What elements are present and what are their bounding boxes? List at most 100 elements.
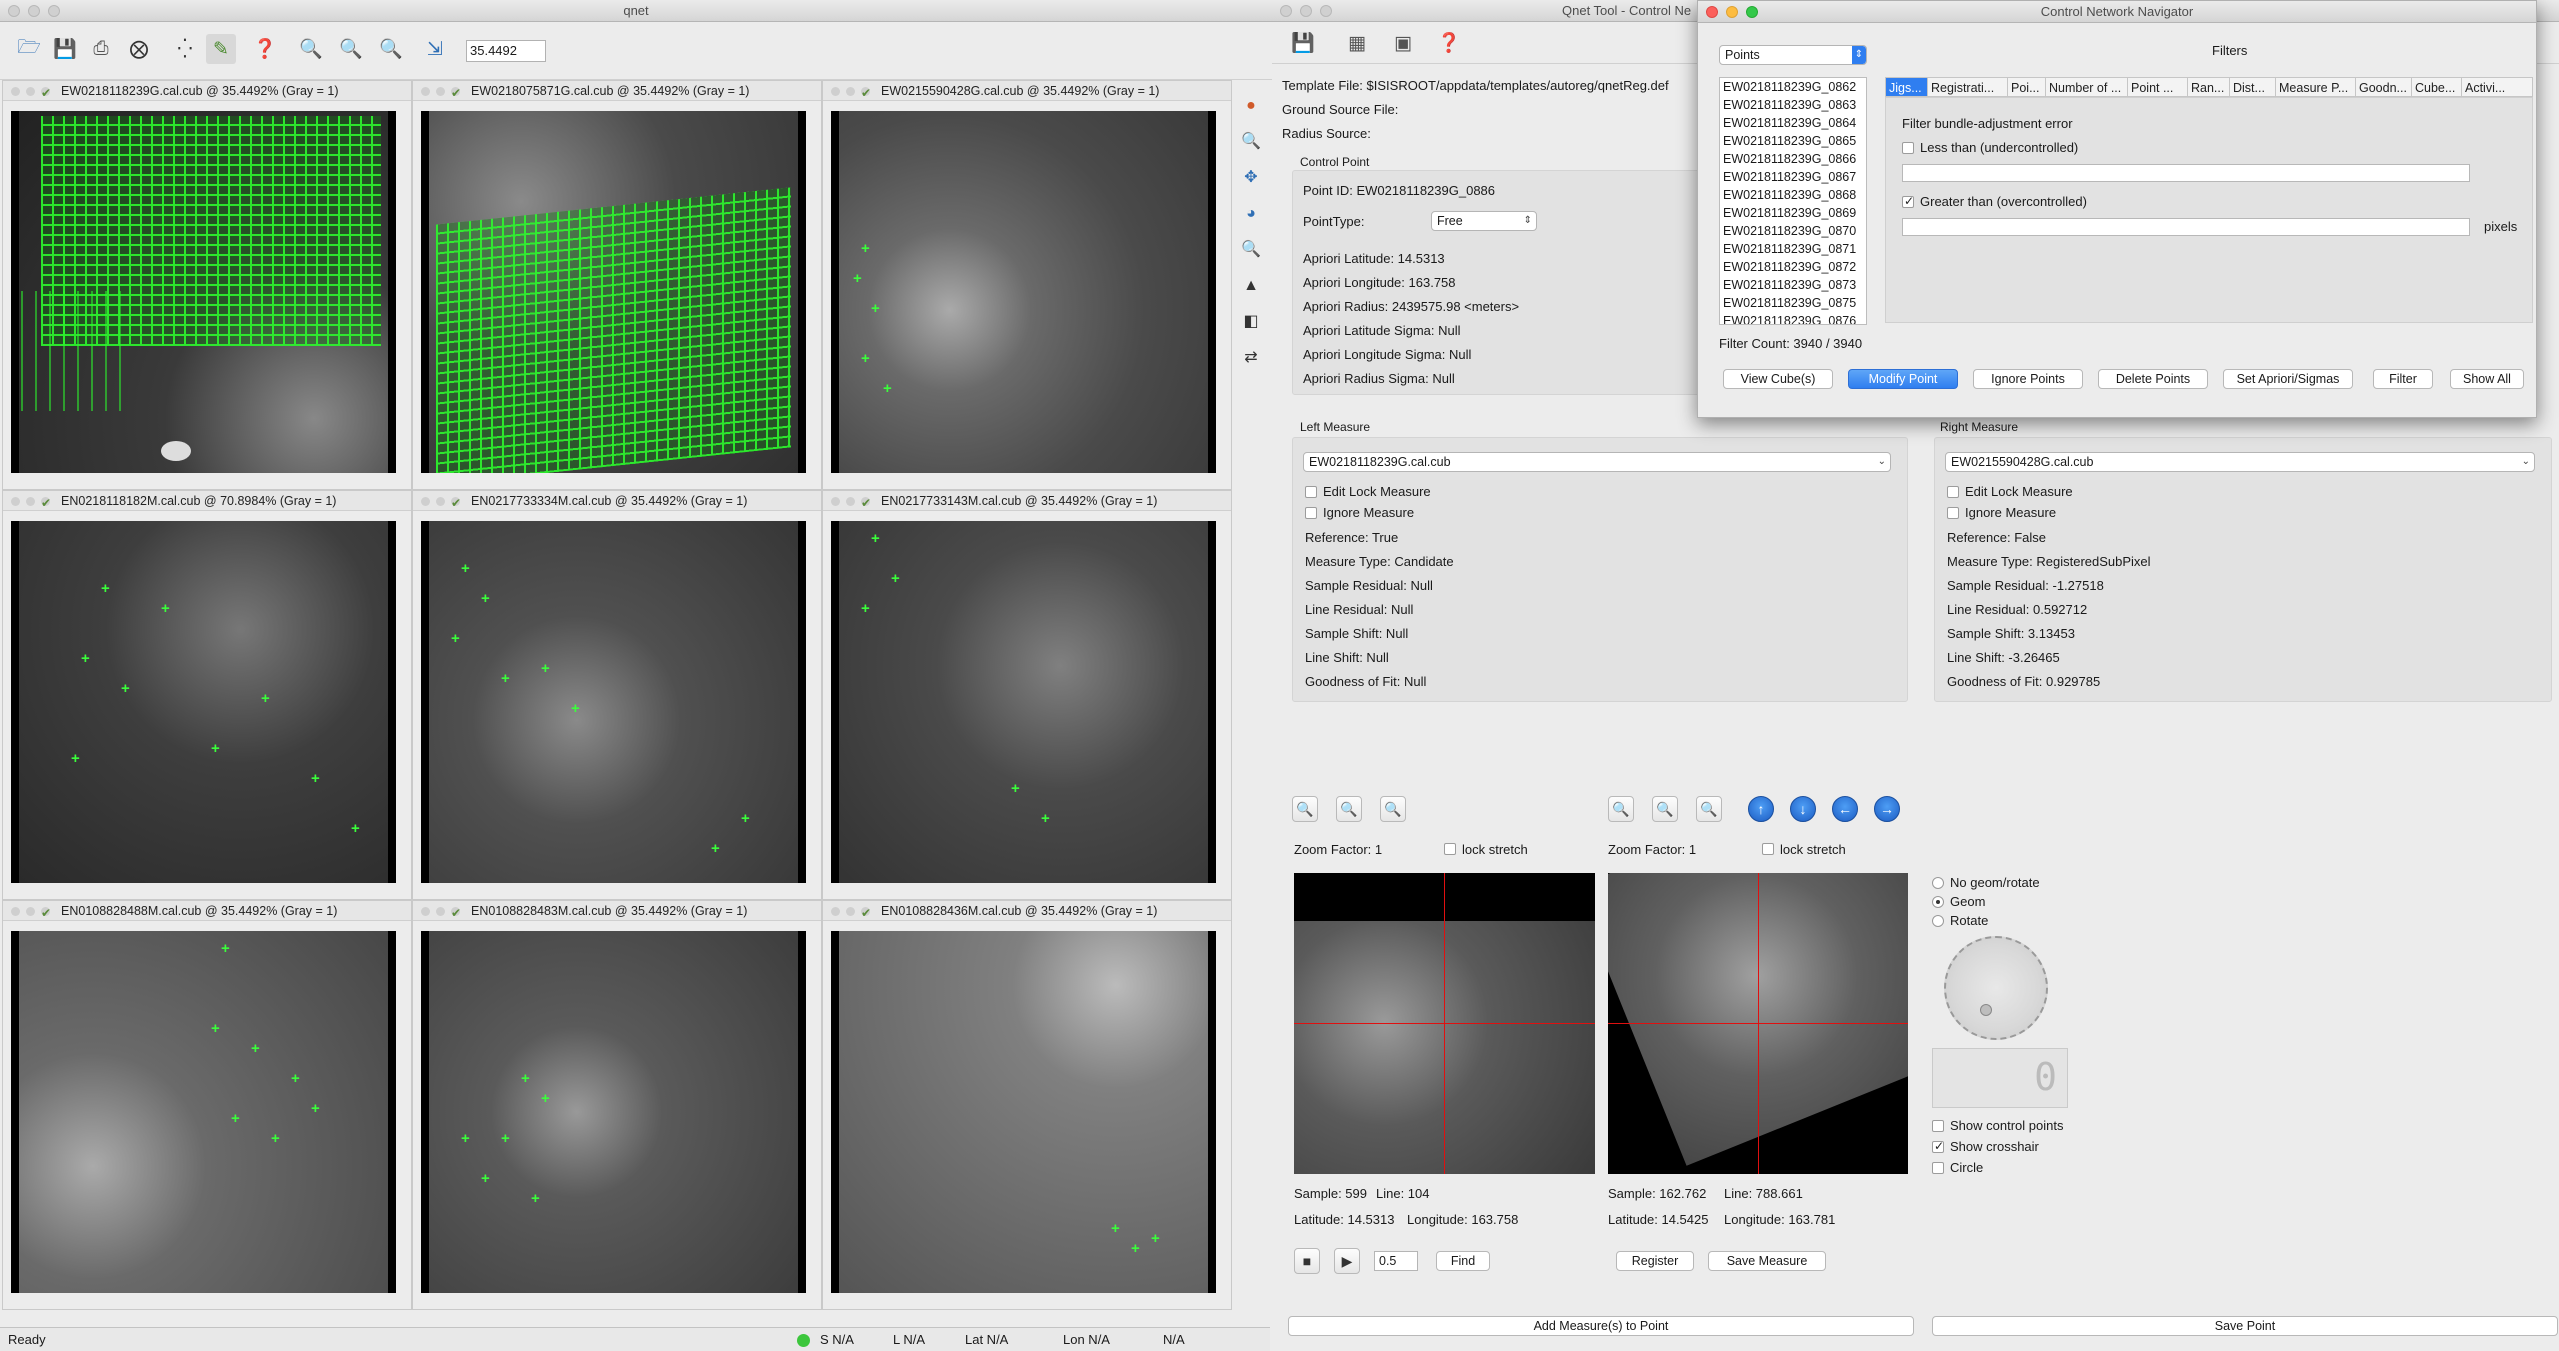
pan-tool-icon[interactable]: ✥: [1237, 164, 1265, 192]
close-window-button[interactable]: [8, 5, 20, 17]
point-list-item[interactable]: EW0218118239G_0865: [1720, 132, 1866, 150]
zoom-out-icon[interactable]: 🔍: [336, 34, 366, 64]
zoom-tool-icon[interactable]: 🔍: [1237, 128, 1265, 156]
cube-viewport-4[interactable]: ✔ EN0218118182M.cal.cub @ 70.8984% (Gray …: [2, 490, 412, 900]
cube-image[interactable]: [421, 111, 806, 473]
point-list-item[interactable]: EW0218118239G_0876: [1720, 312, 1866, 324]
left-ignore-checkbox[interactable]: [1305, 507, 1317, 519]
greater-than-checkbox[interactable]: [1902, 194, 1914, 208]
zoom-window-button[interactable]: [1746, 6, 1758, 18]
point-list-item[interactable]: EW0218118239G_0870: [1720, 222, 1866, 240]
tab-registration[interactable]: Registrati...: [1928, 78, 2008, 96]
point-list-item[interactable]: EW0218118239G_0871: [1720, 240, 1866, 258]
less-than-checkbox[interactable]: [1902, 142, 1914, 154]
tab-distance[interactable]: Dist...: [2230, 78, 2276, 96]
color-tool-icon[interactable]: ●: [1237, 92, 1265, 120]
show-control-points-checkbox[interactable]: [1932, 1120, 1944, 1132]
tab-point-type[interactable]: Point ...: [2128, 78, 2188, 96]
left-zoom-out-icon[interactable]: 🔍: [1336, 796, 1362, 822]
point-list-item[interactable]: EW0218118239G_0867: [1720, 168, 1866, 186]
cube-image[interactable]: + + + + +: [831, 111, 1216, 473]
point-list-item[interactable]: EW0218118239G_0873: [1720, 276, 1866, 294]
greater-than-input[interactable]: [1902, 218, 2470, 236]
print-icon[interactable]: ⎙: [86, 34, 116, 64]
start-blink-icon[interactable]: ▶: [1334, 1248, 1360, 1274]
zoom-fit-icon[interactable]: ⇲: [420, 34, 450, 64]
add-measures-button[interactable]: Add Measure(s) to Point: [1288, 1316, 1914, 1336]
template-icon[interactable]: ▦: [1342, 28, 1372, 58]
point-list-item[interactable]: EW0218118239G_0875: [1720, 294, 1866, 312]
right-ignore-checkbox[interactable]: [1947, 507, 1959, 519]
cube-viewport-6[interactable]: ✔ EN0217733143M.cal.cub @ 35.4492% (Gray …: [822, 490, 1232, 900]
zoom-actual-icon[interactable]: 🔍: [376, 34, 406, 64]
pan-up-icon[interactable]: ↑: [1748, 796, 1774, 822]
set-apriori-button[interactable]: Set Apriori/Sigmas: [2223, 369, 2353, 389]
cube-image[interactable]: + + + + +: [831, 521, 1216, 883]
point-list[interactable]: EW0218118239G_0862 EW0218118239G_0863 EW…: [1719, 77, 1867, 325]
tab-cube[interactable]: Cube...: [2412, 78, 2462, 96]
minimize-window-button[interactable]: [28, 5, 40, 17]
close-icon[interactable]: ⨂: [124, 34, 154, 64]
zoom-window-button[interactable]: [1320, 5, 1332, 17]
view-cubes-button[interactable]: View Cube(s): [1723, 369, 1833, 389]
right-measure-viewport[interactable]: [1608, 873, 1908, 1174]
tab-measure-properties[interactable]: Measure P...: [2276, 78, 2356, 96]
cube-viewport-9[interactable]: ✔ EN0108828436M.cal.cub @ 35.4492% (Gray …: [822, 900, 1232, 1310]
find-tool-icon[interactable]: 🔍: [1237, 236, 1265, 264]
tab-number-of[interactable]: Number of ...: [2046, 78, 2128, 96]
delete-points-button[interactable]: Delete Points: [2098, 369, 2208, 389]
save-point-button[interactable]: Save Point: [1932, 1316, 2558, 1336]
cube-image[interactable]: + + + + + + + +: [421, 521, 806, 883]
minimize-window-button[interactable]: [1300, 5, 1312, 17]
tab-range[interactable]: Ran...: [2188, 78, 2230, 96]
right-zoom-in-icon[interactable]: 🔍: [1608, 796, 1634, 822]
cube-image[interactable]: [11, 111, 396, 473]
modify-point-button[interactable]: Modify Point: [1848, 369, 1958, 389]
navigator-mode-select[interactable]: Points ⇕: [1719, 45, 1867, 65]
tab-point[interactable]: Poi...: [2008, 78, 2046, 96]
point-list-item[interactable]: EW0218118239G_0866: [1720, 150, 1866, 168]
cube-viewport-1[interactable]: ✔ EW0218118239G.cal.cub @ 35.4492% (Gray …: [2, 80, 412, 490]
left-zoom-actual-icon[interactable]: 🔍: [1380, 796, 1406, 822]
close-window-button[interactable]: [1706, 6, 1718, 18]
pan-left-icon[interactable]: ←: [1832, 796, 1858, 822]
find-button[interactable]: Find: [1436, 1251, 1490, 1271]
left-measure-viewport[interactable]: [1294, 873, 1595, 1174]
point-list-item[interactable]: EW0218118239G_0863: [1720, 96, 1866, 114]
left-zoom-in-icon[interactable]: 🔍: [1292, 796, 1318, 822]
stop-blink-icon[interactable]: ■: [1294, 1248, 1320, 1274]
cube-viewport-2[interactable]: ✔ EW0218075871G.cal.cub @ 35.4492% (Gray …: [412, 80, 822, 490]
zoom-value-field[interactable]: 35.4492: [466, 40, 546, 62]
cube-viewport-7[interactable]: ✔ EN0108828488M.cal.cub @ 35.4492% (Gray …: [2, 900, 412, 1310]
point-list-item[interactable]: EW0218118239G_0862: [1720, 78, 1866, 96]
pan-right-icon[interactable]: →: [1874, 796, 1900, 822]
right-cube-select[interactable]: EW0215590428G.cal.cub ⌄: [1945, 452, 2535, 472]
left-cube-select[interactable]: EW0218118239G.cal.cub ⌄: [1303, 452, 1891, 472]
open-network-icon[interactable]: 🗁: [14, 34, 44, 64]
right-lock-stretch-checkbox[interactable]: [1762, 843, 1774, 855]
close-window-button[interactable]: [1280, 5, 1292, 17]
filter-button[interactable]: Filter: [2373, 369, 2433, 389]
dial-knob[interactable]: [1980, 1004, 1992, 1016]
link-tool-icon[interactable]: ⇄: [1237, 344, 1265, 372]
right-edit-lock-checkbox[interactable]: [1947, 486, 1959, 498]
point-list-item[interactable]: EW0218118239G_0868: [1720, 186, 1866, 204]
blink-interval-spinner[interactable]: 0.5: [1374, 1251, 1418, 1271]
cube-viewport-5[interactable]: ✔ EN0217733334M.cal.cub @ 35.4492% (Gray …: [412, 490, 822, 900]
stretch-tool-icon[interactable]: ◕: [1237, 200, 1265, 228]
right-zoom-out-icon[interactable]: 🔍: [1652, 796, 1678, 822]
ground-source-icon[interactable]: ▣: [1388, 28, 1418, 58]
save-icon[interactable]: 💾: [1288, 28, 1318, 58]
point-list-item[interactable]: EW0218118239G_0872: [1720, 258, 1866, 276]
left-edit-lock-checkbox[interactable]: [1305, 486, 1317, 498]
help-icon[interactable]: ❓: [1434, 28, 1464, 58]
tab-jigsaw[interactable]: Jigs...: [1886, 78, 1928, 96]
rotate-radio[interactable]: [1932, 915, 1944, 927]
rotation-dial[interactable]: [1944, 936, 2048, 1040]
show-crosshair-checkbox[interactable]: [1932, 1139, 1944, 1153]
right-zoom-actual-icon[interactable]: 🔍: [1696, 796, 1722, 822]
point-tool-icon[interactable]: ⁛: [170, 34, 200, 64]
minimize-window-button[interactable]: [1726, 6, 1738, 18]
circle-checkbox[interactable]: [1932, 1162, 1944, 1174]
no-geom-radio[interactable]: [1932, 877, 1944, 889]
